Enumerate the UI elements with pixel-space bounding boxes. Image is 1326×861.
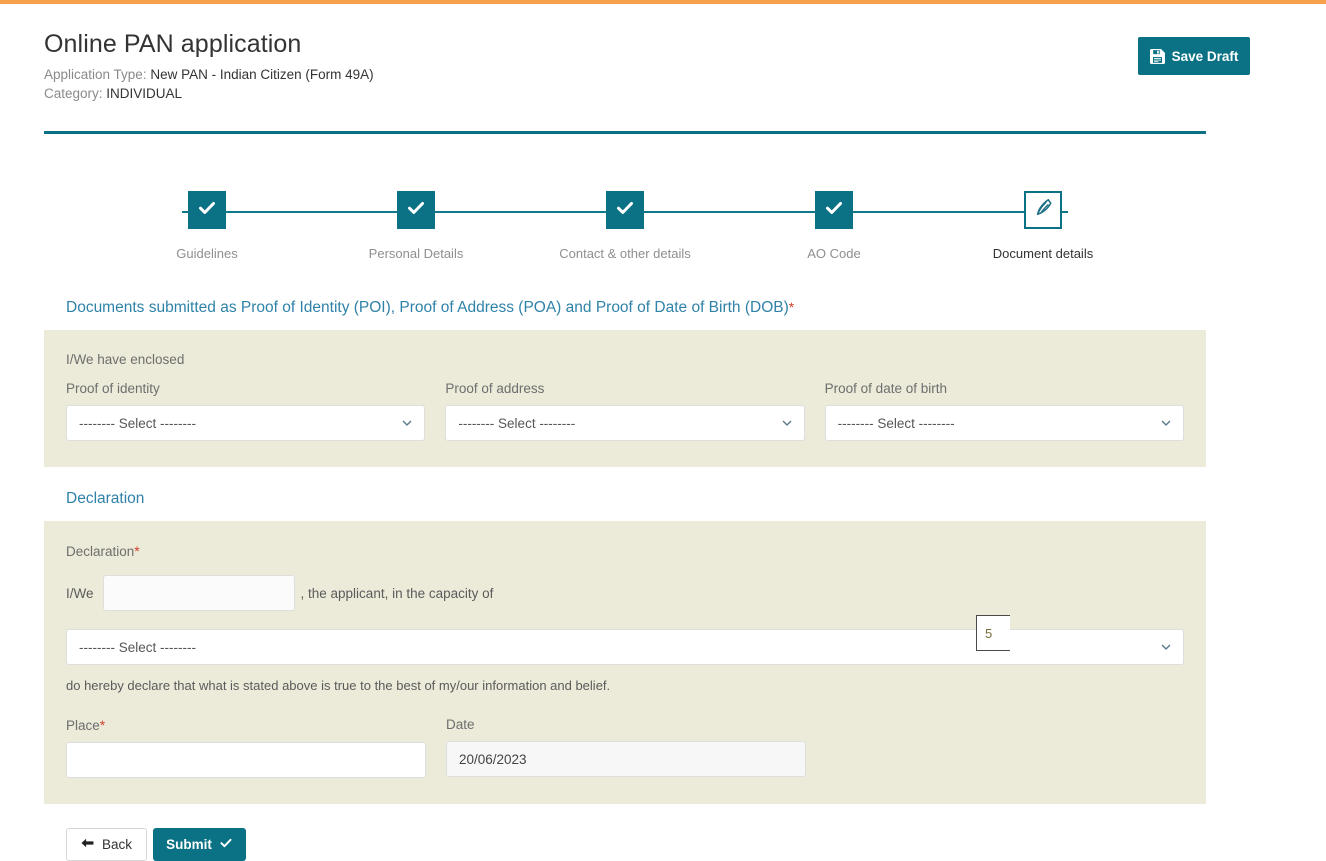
submit-button-label: Submit — [166, 837, 212, 852]
category-value: INDIVIDUAL — [106, 86, 183, 101]
step-personal-details[interactable]: Personal Details — [351, 191, 481, 261]
declaration-required-asterisk: * — [134, 543, 140, 559]
step-ao-code[interactable]: AO Code — [769, 191, 899, 261]
step-ao-code-label: AO Code — [807, 246, 861, 261]
documents-panel: I/We have enclosed Proof of identity ---… — [44, 330, 1206, 467]
declaration-name-row: I/We , the applicant, in the capacity of — [66, 575, 1184, 611]
proof-of-dob-value: -------- Select -------- — [837, 415, 955, 431]
documents-required-asterisk: * — [788, 299, 795, 315]
proof-of-address-select[interactable]: -------- Select -------- — [445, 405, 805, 441]
declaration-field-label-text: Declaration — [66, 544, 135, 559]
back-button[interactable]: Back — [66, 828, 147, 861]
check-icon — [824, 198, 844, 223]
application-type-label: Application Type: — [44, 67, 147, 82]
declaration-section-heading: Declaration — [66, 490, 145, 507]
declaration-tail-text: , the applicant, in the capacity of — [300, 585, 494, 601]
check-icon — [219, 836, 233, 853]
chevron-down-icon — [1160, 641, 1172, 653]
proof-of-identity-group: Proof of identity -------- Select ------… — [66, 381, 426, 441]
proof-of-dob-group: Proof of date of birth -------- Select -… — [824, 381, 1184, 441]
step-document-details-label: Document details — [992, 246, 1094, 261]
declaration-note: do hereby declare that what is stated ab… — [66, 678, 611, 693]
check-icon — [615, 198, 635, 223]
content-wrapper: Online PAN application Application Type:… — [44, 4, 1250, 861]
documents-field-grid: Proof of identity -------- Select ------… — [66, 381, 1184, 441]
proof-of-identity-select[interactable]: -------- Select -------- — [66, 405, 426, 441]
page-root: Online PAN application Application Type:… — [0, 4, 1326, 861]
chevron-down-icon — [781, 417, 793, 429]
documents-panel-lead: I/We have enclosed — [66, 352, 185, 367]
proof-of-address-group: Proof of address -------- Select -------… — [445, 381, 805, 441]
category-line: Category: INDIVIDUAL — [44, 84, 1206, 103]
place-label: Place* — [66, 717, 426, 733]
progress-stepper: Guidelines Personal Details Contact & ot… — [44, 191, 1206, 275]
overlay-number-badge: 5 — [976, 615, 1010, 651]
check-icon — [197, 198, 217, 223]
documents-section-heading: Documents submitted as Proof of Identity… — [66, 295, 1206, 320]
step-contact-other-details-label: Contact & other details — [559, 246, 691, 261]
save-draft-button[interactable]: Save Draft — [1138, 37, 1250, 75]
date-label: Date — [446, 717, 475, 732]
step-contact-other-details-marker — [606, 191, 644, 229]
place-group: Place* — [66, 717, 426, 778]
footer-button-bar: Back Submit — [66, 828, 1206, 861]
place-label-text: Place — [66, 718, 100, 733]
declaration-lead-word: I/We — [66, 585, 94, 601]
step-contact-other-details[interactable]: Contact & other details — [559, 191, 691, 261]
step-guidelines[interactable]: Guidelines — [142, 191, 272, 261]
declaration-capacity-select[interactable]: -------- Select -------- — [66, 629, 1184, 665]
proof-of-identity-label: Proof of identity — [66, 381, 160, 396]
declaration-panel: Declaration* I/We , the applicant, in th… — [44, 521, 1206, 804]
application-type-line: Application Type: New PAN - Indian Citiz… — [44, 65, 1206, 84]
check-icon — [406, 198, 426, 223]
submit-button[interactable]: Submit — [153, 828, 246, 861]
step-guidelines-marker — [188, 191, 226, 229]
step-personal-details-marker — [397, 191, 435, 229]
proof-of-identity-value: -------- Select -------- — [79, 415, 196, 431]
stepper-track: Guidelines Personal Details Contact & ot… — [142, 191, 1108, 261]
chevron-down-icon — [401, 417, 413, 429]
page-title: Online PAN application — [44, 30, 302, 58]
documents-section-heading-text: Documents submitted as Proof of Identity… — [66, 299, 789, 316]
proof-of-dob-label: Proof of date of birth — [824, 381, 947, 396]
declaration-capacity-value: -------- Select -------- — [79, 639, 196, 655]
declaration-capacity-wrapper: -------- Select -------- 5 — [66, 615, 1184, 665]
step-guidelines-label: Guidelines — [176, 246, 238, 261]
place-input[interactable] — [66, 742, 426, 778]
proof-of-address-value: -------- Select -------- — [458, 415, 576, 431]
header-divider — [44, 131, 1206, 134]
proof-of-dob-select[interactable]: -------- Select -------- — [824, 405, 1184, 441]
step-document-details[interactable]: Document details — [978, 191, 1108, 261]
chevron-down-icon — [1160, 417, 1172, 429]
step-ao-code-marker — [815, 191, 853, 229]
floppy-disk-icon — [1149, 48, 1165, 64]
place-date-grid: Place* Date — [66, 717, 1184, 778]
page-header: Online PAN application Application Type:… — [44, 4, 1250, 134]
declaration-name-input[interactable] — [102, 575, 295, 611]
arrow-left-icon — [81, 837, 94, 852]
step-document-details-marker — [1024, 191, 1062, 229]
save-draft-label: Save Draft — [1171, 48, 1239, 64]
category-label: Category: — [44, 86, 103, 101]
proof-of-address-label: Proof of address — [445, 381, 545, 396]
date-group: Date — [446, 717, 806, 778]
step-personal-details-label: Personal Details — [368, 246, 464, 261]
date-input[interactable] — [446, 741, 806, 777]
declaration-field-label: Declaration* — [66, 543, 1184, 559]
place-required-asterisk: * — [99, 717, 106, 733]
pen-nib-icon — [1033, 197, 1054, 223]
application-type-value: New PAN - Indian Citizen (Form 49A) — [150, 67, 374, 82]
back-button-label: Back — [101, 837, 132, 852]
